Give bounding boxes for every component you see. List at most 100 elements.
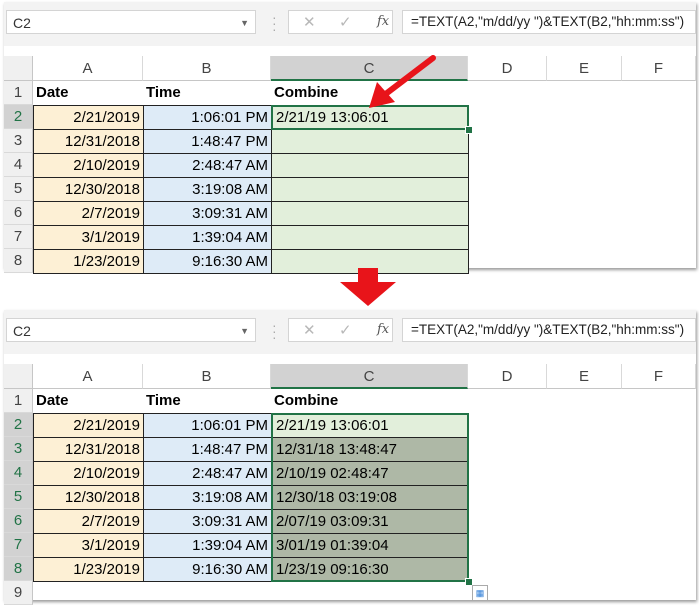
column-header-e[interactable]: E (547, 56, 622, 81)
cell-c6[interactable] (271, 201, 469, 226)
chevron-down-icon[interactable]: ▼ (240, 319, 249, 343)
autofill-options-icon[interactable]: ▦ (472, 585, 488, 601)
row-header-6[interactable]: 6 (4, 201, 33, 225)
cell-a8[interactable]: 1/23/2019 (33, 249, 144, 274)
enter-icon[interactable]: ✓ (339, 321, 352, 339)
cell-b5[interactable]: 3:19:08 AM (143, 485, 272, 510)
column-header-b[interactable]: B (143, 364, 271, 389)
down-arrow-icon (340, 268, 396, 306)
row-header-2[interactable]: 2 (4, 105, 33, 129)
cell-a2[interactable]: 2/21/2019 (33, 413, 144, 438)
cell-c4[interactable]: 2/10/19 02:48:47 (271, 461, 469, 486)
row-header-1[interactable]: 1 (4, 81, 33, 105)
row-header-8[interactable]: 8 (4, 249, 33, 273)
formula-buttons: ✕ ✓ fx (288, 318, 393, 342)
drag-handle-icon[interactable]: · · · (272, 318, 277, 344)
cell-c7[interactable] (271, 225, 469, 250)
cell-c4[interactable] (271, 153, 469, 178)
cell-a6[interactable]: 2/7/2019 (33, 509, 144, 534)
cancel-icon[interactable]: ✕ (303, 13, 316, 31)
column-header-c[interactable]: C (271, 364, 468, 389)
cell-c5[interactable] (271, 177, 469, 202)
select-all-button[interactable] (4, 364, 33, 389)
row-header-7[interactable]: 7 (4, 533, 33, 557)
name-box-value: C2 (13, 15, 31, 31)
cancel-icon[interactable]: ✕ (303, 321, 316, 339)
cell-b6[interactable]: 3:09:31 AM (143, 509, 272, 534)
formula-input[interactable]: =TEXT(A2,"m/dd/yy ")&TEXT(B2,"hh:mm:ss") (402, 10, 696, 34)
spreadsheet-after: C2 ▼ · · · ✕ ✓ fx =TEXT(A2,"m/dd/yy ")&TEXT(B2,"… (4, 310, 696, 605)
column-header-f[interactable]: F (622, 364, 696, 389)
row-header-1[interactable]: 1 (4, 389, 33, 413)
cell-b8[interactable]: 9:16:30 AM (143, 249, 272, 274)
column-header-a[interactable]: A (33, 364, 143, 389)
header-cell-time[interactable]: Time (143, 389, 271, 413)
header-cell-date[interactable]: Date (33, 81, 143, 105)
cell-a4[interactable]: 2/10/2019 (33, 461, 144, 486)
cell-b7[interactable]: 1:39:04 AM (143, 533, 272, 558)
cell-c3[interactable]: 12/31/18 13:48:47 (271, 437, 469, 462)
chevron-down-icon[interactable]: ▼ (240, 11, 249, 35)
drag-handle-icon[interactable]: · · · (272, 10, 277, 36)
name-box[interactable]: C2 ▼ (6, 318, 256, 342)
header-cell-date[interactable]: Date (33, 389, 143, 413)
column-header-e[interactable]: E (547, 364, 622, 389)
cell-a2[interactable]: 2/21/2019 (33, 105, 144, 130)
cell-a6[interactable]: 2/7/2019 (33, 201, 144, 226)
row-header-3[interactable]: 3 (4, 437, 33, 461)
row-header-4[interactable]: 4 (4, 153, 33, 177)
select-all-button[interactable] (4, 56, 33, 81)
row-header-4[interactable]: 4 (4, 461, 33, 485)
cell-a8[interactable]: 1/23/2019 (33, 557, 144, 582)
cell-c7[interactable]: 3/01/19 01:39:04 (271, 533, 469, 558)
row-header-7[interactable]: 7 (4, 225, 33, 249)
cell-c5[interactable]: 12/30/18 03:19:08 (271, 485, 469, 510)
column-header-a[interactable]: A (33, 56, 143, 81)
cell-c6[interactable]: 2/07/19 03:09:31 (271, 509, 469, 534)
cell-c2[interactable]: 2/21/19 13:06:01 (271, 413, 469, 438)
row-header-9[interactable]: 9 (4, 581, 33, 605)
formula-bar: C2 ▼ · · · ✕ ✓ fx =TEXT(A2,"m/dd/yy ")&TEXT(B2,"… (4, 310, 696, 354)
row-header-6[interactable]: 6 (4, 509, 33, 533)
cell-b7[interactable]: 1:39:04 AM (143, 225, 272, 250)
column-header-d[interactable]: D (468, 364, 547, 389)
cell-b5[interactable]: 3:19:08 AM (143, 177, 272, 202)
cell-c3[interactable] (271, 129, 469, 154)
cell-a3[interactable]: 12/31/2018 (33, 437, 144, 462)
row-header-5[interactable]: 5 (4, 485, 33, 509)
cell-b3[interactable]: 1:48:47 PM (143, 129, 272, 154)
column-header-d[interactable]: D (468, 56, 547, 81)
cell-b3[interactable]: 1:48:47 PM (143, 437, 272, 462)
cell-a3[interactable]: 12/31/2018 (33, 129, 144, 154)
cell-a7[interactable]: 3/1/2019 (33, 533, 144, 558)
name-box[interactable]: C2 ▼ (6, 10, 256, 34)
enter-icon[interactable]: ✓ (339, 13, 352, 31)
cell-a5[interactable]: 12/30/2018 (33, 485, 144, 510)
cell-b6[interactable]: 3:09:31 AM (143, 201, 272, 226)
cell-b2[interactable]: 1:06:01 PM (143, 413, 272, 438)
row-header-8[interactable]: 8 (4, 557, 33, 581)
header-cell-time[interactable]: Time (143, 81, 271, 105)
formula-input[interactable]: =TEXT(A2,"m/dd/yy ")&TEXT(B2,"hh:mm:ss") (402, 318, 696, 342)
column-header-f[interactable]: F (622, 56, 696, 81)
row-header-3[interactable]: 3 (4, 129, 33, 153)
cell-c8[interactable]: 1/23/19 09:16:30 (271, 557, 469, 582)
cell-b2[interactable]: 1:06:01 PM (143, 105, 272, 130)
name-box-value: C2 (13, 323, 31, 339)
cell-a5[interactable]: 12/30/2018 (33, 177, 144, 202)
column-header-b[interactable]: B (143, 56, 271, 81)
cell-b4[interactable]: 2:48:47 AM (143, 461, 272, 486)
cell-b8[interactable]: 9:16:30 AM (143, 557, 272, 582)
function-icon[interactable]: fx (377, 14, 389, 29)
cell-a7[interactable]: 3/1/2019 (33, 225, 144, 250)
spreadsheet-before: C2 ▼ · · · ✕ ✓ fx =TEXT(A2,"m/dd/yy ")&TEXT(B2,"… (4, 2, 696, 274)
cell-a4[interactable]: 2/10/2019 (33, 153, 144, 178)
function-icon[interactable]: fx (377, 322, 389, 337)
row-header-5[interactable]: 5 (4, 177, 33, 201)
pointer-arrow-icon (369, 55, 436, 108)
row-header-2[interactable]: 2 (4, 413, 33, 437)
header-cell-combine[interactable]: Combine (271, 389, 468, 413)
formula-bar: C2 ▼ · · · ✕ ✓ fx =TEXT(A2,"m/dd/yy ")&TEXT(B2,"… (4, 2, 696, 46)
cell-b4[interactable]: 2:48:47 AM (143, 153, 272, 178)
fill-handle[interactable] (465, 126, 473, 134)
